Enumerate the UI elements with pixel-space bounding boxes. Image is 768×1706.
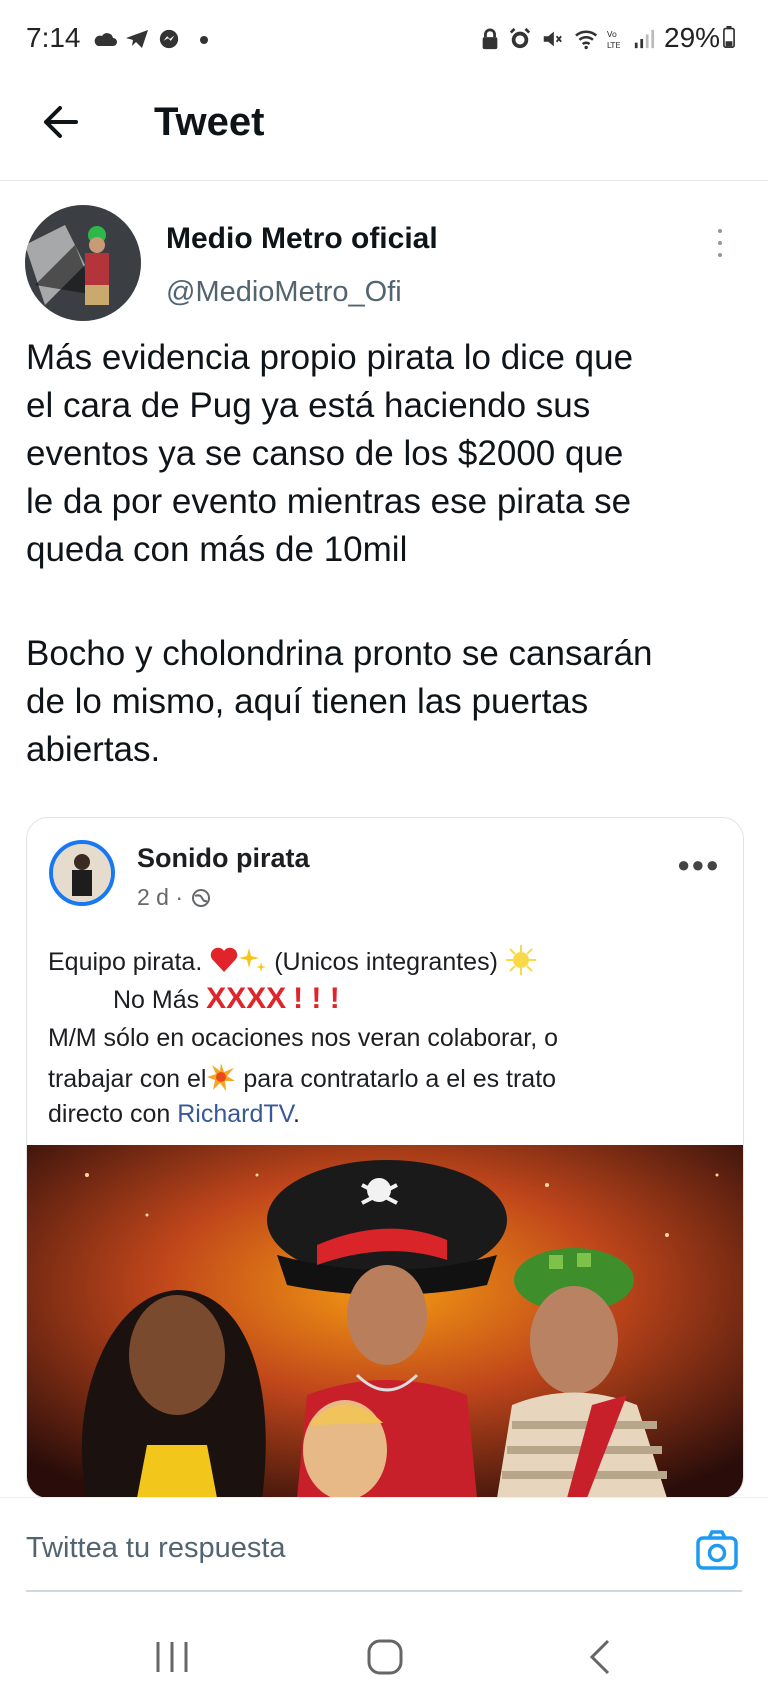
mute-icon	[543, 31, 562, 47]
alarm-icon	[509, 28, 531, 49]
lock-icon	[482, 28, 498, 50]
post-line-2: No Más XXXX ! ! !	[113, 982, 340, 1015]
reply-underline	[26, 1590, 742, 1592]
author-avatar[interactable]	[25, 205, 141, 321]
tweet-text-line: Bocho y cholondrina pronto se cansarán	[26, 634, 653, 673]
author-handle[interactable]: @MedioMetro_Ofi	[166, 276, 402, 309]
tweet-text-line: de lo mismo, aquí tienen las puertas	[26, 682, 589, 721]
signal-icon	[634, 29, 655, 49]
tweet-text-line: le da por evento mientras ese pirata se	[26, 482, 632, 521]
post-line-3: M/M sólo en ocaciones nos veran colabora…	[48, 1024, 558, 1052]
back-arrow-icon[interactable]	[40, 104, 80, 140]
red-exclamation-marks: ! ! !	[293, 982, 340, 1015]
battery-icon	[723, 26, 735, 48]
svg-text:Vo: Vo	[607, 29, 617, 39]
glowing-star-icon	[505, 945, 536, 975]
author-name[interactable]: Medio Metro oficial	[166, 222, 438, 256]
more-options-icon[interactable]	[716, 228, 724, 258]
header-divider	[0, 180, 768, 181]
battery-percent: 29%	[664, 22, 721, 53]
page-avatar	[49, 840, 115, 906]
post-time: 2 d ·	[137, 884, 211, 911]
post-photo[interactable]	[27, 1145, 743, 1498]
wifi-icon	[575, 30, 598, 50]
sparkles-icon	[239, 948, 267, 972]
camera-icon[interactable]	[696, 1530, 738, 1570]
tweet-text-line: queda con más de 10mil	[26, 530, 408, 569]
status-time: 7:14	[26, 22, 81, 53]
richardtv-link[interactable]: RichardTV	[177, 1100, 293, 1128]
messenger-icon	[159, 29, 179, 49]
post-line-5: directo con RichardTV.	[48, 1100, 300, 1128]
red-x-marks: XXXX	[206, 982, 287, 1015]
system-navigation-bar	[0, 1610, 768, 1706]
red-heart-icon	[211, 947, 238, 972]
globe-icon	[192, 889, 211, 907]
collision-icon	[207, 1063, 236, 1091]
telegram-icon	[126, 30, 148, 48]
tweet-text-line: el cara de Pug ya está haciendo sus	[26, 386, 591, 425]
post-line-4: trabajar con el para contratarlo a el es…	[48, 1062, 556, 1094]
notification-dot-icon	[200, 36, 208, 44]
recent-apps-icon[interactable]	[154, 1640, 190, 1674]
page-name: Sonido pirata	[137, 843, 310, 873]
tweet-text-line: eventos ya se canso de los $2000 que	[26, 434, 624, 473]
cloud-icon	[94, 33, 117, 46]
tweet-text-line: Más evidencia propio pirata lo dice que	[26, 338, 634, 377]
page-title: Tweet	[154, 100, 265, 144]
post-line-1: Equipo pirata. (Unicos integrantes)	[48, 944, 537, 977]
reply-input[interactable]: Twittea tu respuesta	[26, 1532, 286, 1565]
back-nav-icon[interactable]	[588, 1639, 612, 1675]
volte-icon: VoLTE	[607, 29, 621, 50]
embedded-media-card[interactable]: Sonido pirata 2 d · ●●● Equipo pirata. (…	[26, 817, 744, 1499]
post-more-icon: ●●●	[677, 852, 720, 877]
home-icon[interactable]	[366, 1638, 404, 1676]
svg-text:LTE: LTE	[607, 40, 621, 50]
tweet-text-line: abiertas.	[26, 730, 161, 769]
reply-bar: Twittea tu respuesta	[0, 1497, 768, 1610]
